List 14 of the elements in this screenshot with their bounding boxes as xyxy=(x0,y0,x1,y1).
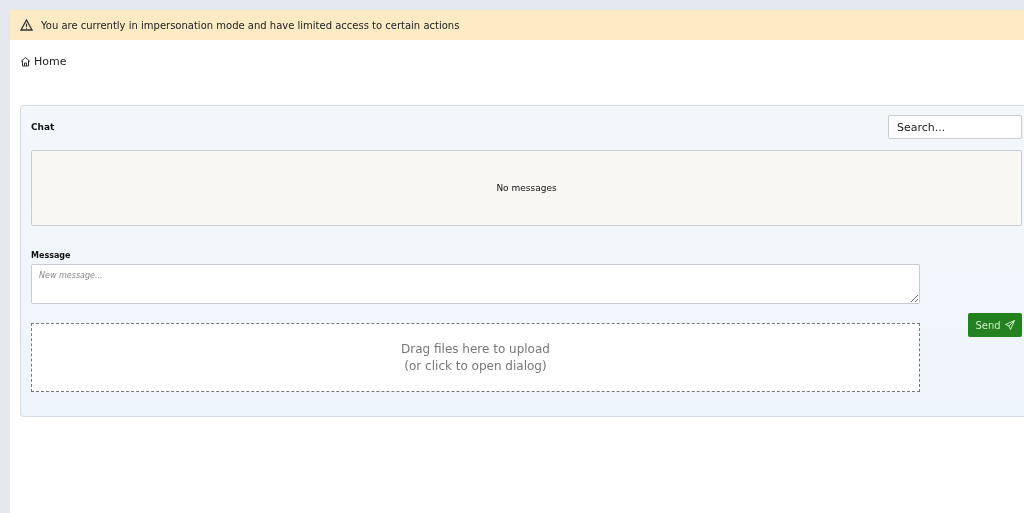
chat-title: Chat xyxy=(31,122,55,132)
empty-text: No messages xyxy=(496,183,557,193)
message-label: Message xyxy=(31,251,71,260)
banner-text: You are currently in impersonation mode and have limited access to certain actions xyxy=(41,19,460,31)
dropzone-text: Drag files here to upload xyxy=(401,342,550,356)
dropzone-hint: (or click to open dialog) xyxy=(404,359,547,373)
search-field[interactable]: Search... xyxy=(888,115,1022,139)
home-icon[interactable] xyxy=(20,55,31,67)
send-button[interactable]: Send xyxy=(968,313,1022,337)
send-icon xyxy=(1004,320,1015,330)
breadcrumb-link[interactable]: Home xyxy=(34,54,67,68)
file-dropzone[interactable]: Drag files here to upload (or click to open dialog) xyxy=(31,323,920,392)
warning-icon xyxy=(20,19,33,31)
message-field[interactable]: New message... xyxy=(31,264,920,304)
